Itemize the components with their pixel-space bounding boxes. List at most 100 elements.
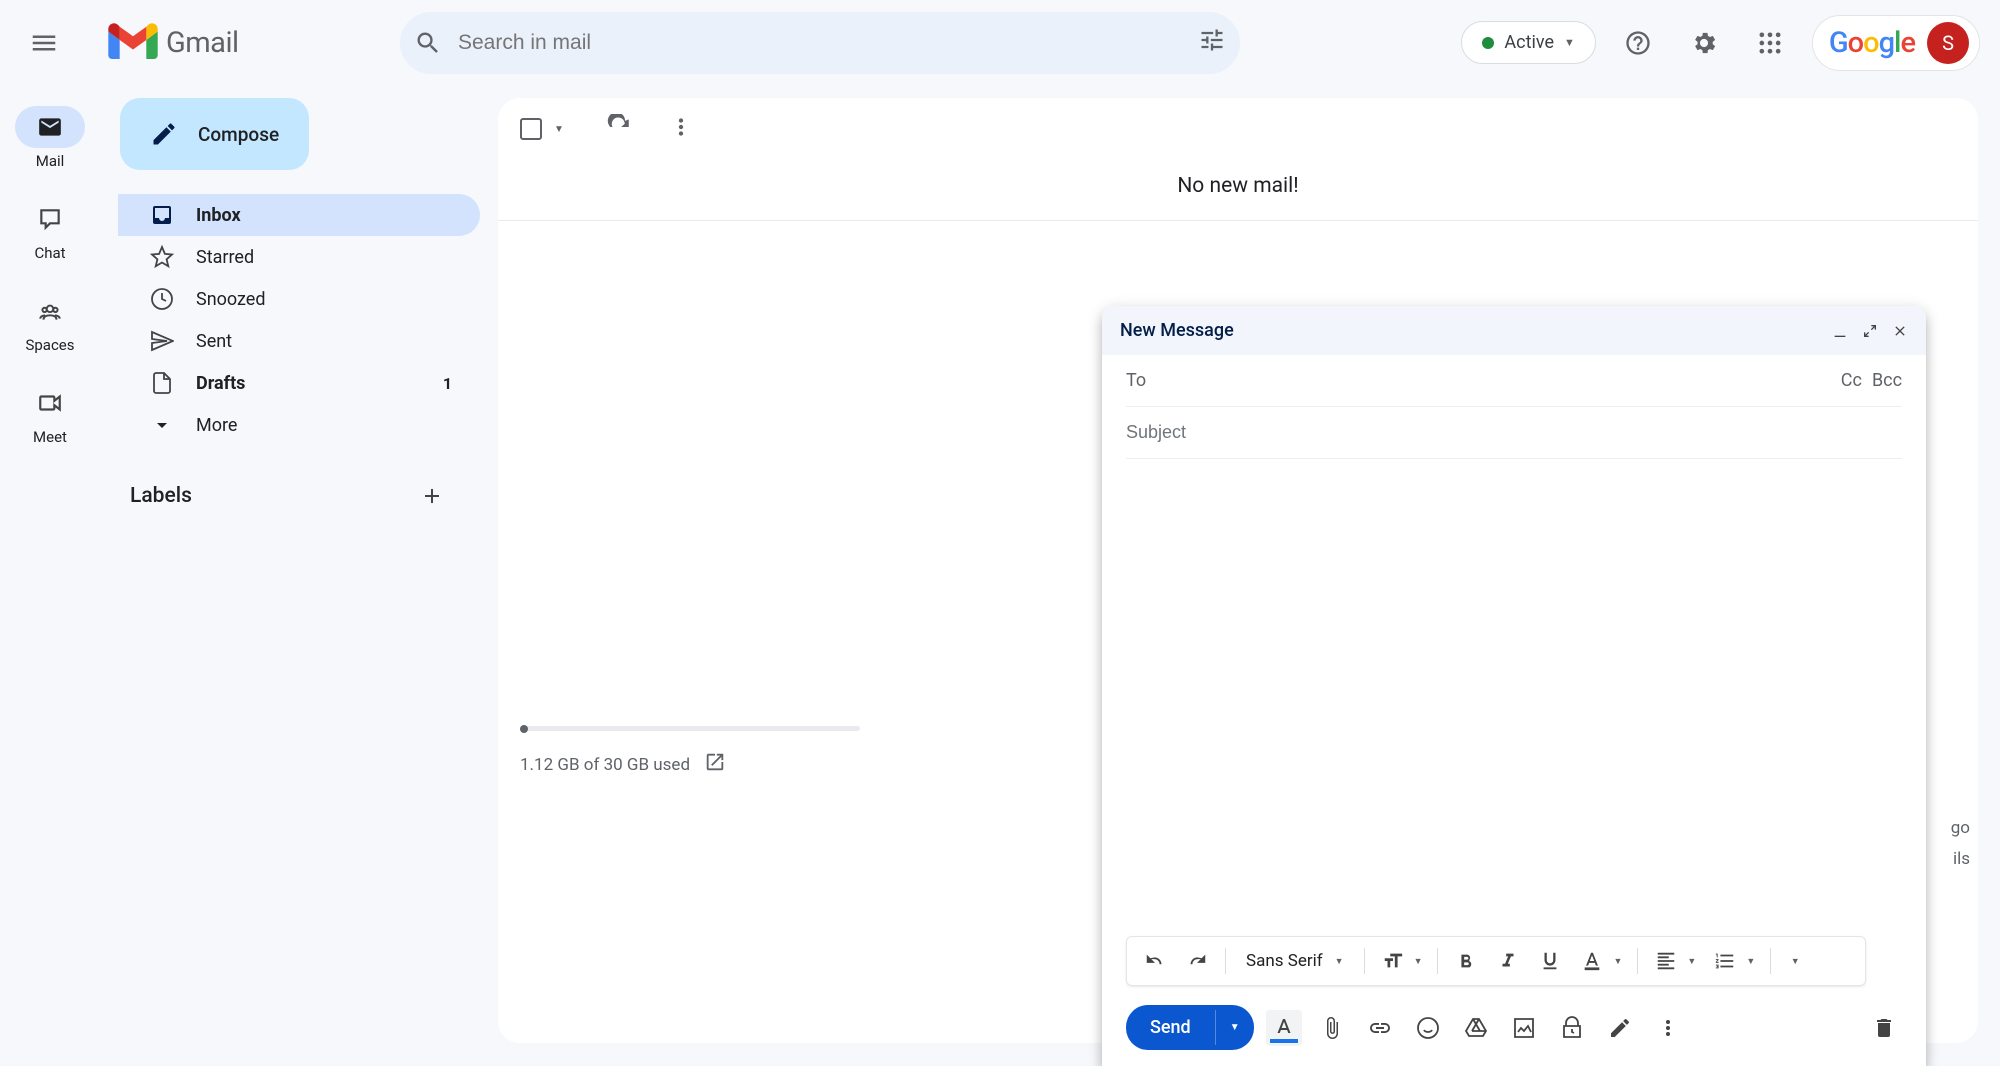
- search-options-button[interactable]: [1198, 26, 1226, 59]
- compose-title: New Message: [1120, 320, 1234, 341]
- chevron-down-icon[interactable]: ▼: [1746, 956, 1755, 967]
- subject-input[interactable]: [1126, 422, 1902, 443]
- send-icon: [150, 329, 174, 353]
- rail-item-chat[interactable]: Chat: [15, 198, 85, 262]
- nav-item-sent[interactable]: Sent: [118, 320, 480, 362]
- more-options-button[interactable]: [1650, 1010, 1686, 1046]
- labels-heading: Labels: [130, 484, 192, 508]
- search-bar[interactable]: [400, 12, 1240, 74]
- google-logo-text: Google: [1829, 26, 1915, 60]
- nav-label: Sent: [196, 331, 232, 352]
- compose-button[interactable]: Compose: [120, 98, 309, 170]
- search-input[interactable]: [442, 31, 1198, 55]
- link-icon: [1368, 1016, 1392, 1040]
- rail-item-meet[interactable]: Meet: [15, 382, 85, 446]
- align-button[interactable]: [1648, 943, 1684, 979]
- chevron-down-icon[interactable]: ▼: [1414, 956, 1423, 967]
- close-button[interactable]: [1892, 323, 1908, 339]
- cc-button[interactable]: Cc: [1841, 370, 1862, 391]
- star-icon: [150, 245, 174, 269]
- menu-icon: [29, 28, 59, 58]
- compose-dialog: New Message To Cc Bcc Sans Serif ▼: [1102, 306, 1926, 1066]
- underline-button[interactable]: [1532, 943, 1568, 979]
- to-label: To: [1126, 370, 1146, 391]
- compose-header[interactable]: New Message: [1102, 306, 1926, 355]
- more-format-button[interactable]: ▼: [1781, 943, 1817, 979]
- nav-item-snoozed[interactable]: Snoozed: [118, 278, 480, 320]
- list-button[interactable]: [1707, 943, 1743, 979]
- italic-button[interactable]: [1490, 943, 1526, 979]
- lock-clock-icon: [1560, 1016, 1584, 1040]
- discard-draft-button[interactable]: [1866, 1010, 1902, 1046]
- list-icon: [1714, 950, 1736, 972]
- text-format-toggle[interactable]: [1266, 1010, 1302, 1046]
- subject-field-row[interactable]: [1126, 407, 1902, 459]
- to-input[interactable]: [1146, 370, 1841, 391]
- app-rail: Mail Chat Spaces Meet: [0, 88, 100, 446]
- status-chip[interactable]: Active ▼: [1461, 21, 1595, 64]
- support-button[interactable]: [1614, 19, 1662, 67]
- send-options-button[interactable]: ▼: [1215, 1010, 1254, 1045]
- sidebar: Compose Inbox Starred Snoozed Sent Draft…: [100, 98, 480, 512]
- bcc-button[interactable]: Bcc: [1872, 370, 1902, 391]
- nav-label: More: [196, 415, 237, 436]
- to-field-row[interactable]: To Cc Bcc: [1126, 355, 1902, 407]
- manage-storage-link[interactable]: [704, 751, 726, 778]
- rail-label: Mail: [36, 152, 65, 170]
- storage-info: 1.12 GB of 30 GB used: [520, 726, 860, 778]
- rail-item-mail[interactable]: Mail: [15, 106, 85, 170]
- chevron-down-icon[interactable]: ▼: [1613, 956, 1622, 967]
- compose-footer: Send ▼: [1102, 991, 1926, 1066]
- clock-icon: [150, 287, 174, 311]
- nav-label: Starred: [196, 247, 254, 268]
- font-select[interactable]: Sans Serif ▼: [1236, 951, 1354, 971]
- insert-emoji-button[interactable]: [1410, 1010, 1446, 1046]
- labels-heading-row: Labels: [130, 480, 448, 512]
- emoji-icon: [1416, 1016, 1440, 1040]
- minimize-button[interactable]: [1832, 323, 1848, 339]
- insert-link-button[interactable]: [1362, 1010, 1398, 1046]
- status-label: Active: [1504, 32, 1554, 53]
- align-icon: [1655, 950, 1677, 972]
- compose-label: Compose: [198, 123, 279, 146]
- footer-fragment: go ils: [1951, 813, 1970, 874]
- chevron-down-icon: ▼: [1564, 36, 1575, 49]
- insert-signature-button[interactable]: [1602, 1010, 1638, 1046]
- send-button[interactable]: Send ▼: [1126, 1005, 1254, 1050]
- fullscreen-button[interactable]: [1862, 323, 1878, 339]
- add-label-button[interactable]: [416, 480, 448, 512]
- text-color-icon: [1581, 950, 1603, 972]
- nav-label: Snoozed: [196, 289, 266, 310]
- refresh-icon: [606, 114, 632, 140]
- open-in-new-icon: [704, 751, 726, 773]
- undo-button[interactable]: [1137, 943, 1173, 979]
- nav-item-more[interactable]: More: [118, 404, 480, 446]
- gmail-logo[interactable]: Gmail: [108, 21, 368, 64]
- refresh-button[interactable]: [606, 114, 632, 145]
- bold-button[interactable]: [1448, 943, 1484, 979]
- settings-button[interactable]: [1680, 19, 1728, 67]
- redo-button[interactable]: [1179, 943, 1215, 979]
- insert-drive-button[interactable]: [1458, 1010, 1494, 1046]
- font-size-button[interactable]: [1375, 943, 1411, 979]
- nav-item-starred[interactable]: Starred: [118, 236, 480, 278]
- chevron-down-icon: [150, 413, 174, 437]
- text-color-button[interactable]: [1574, 943, 1610, 979]
- text-format-icon: [1272, 1016, 1296, 1040]
- attach-file-button[interactable]: [1314, 1010, 1350, 1046]
- nav-item-inbox[interactable]: Inbox: [118, 194, 480, 236]
- google-account-chip[interactable]: Google S: [1812, 15, 1980, 71]
- google-apps-button[interactable]: [1746, 19, 1794, 67]
- more-button[interactable]: [668, 114, 694, 145]
- nav-label: Inbox: [196, 205, 241, 226]
- insert-photo-button[interactable]: [1506, 1010, 1542, 1046]
- nav-item-drafts[interactable]: Drafts 1: [118, 362, 480, 404]
- rail-item-spaces[interactable]: Spaces: [15, 290, 85, 354]
- select-menu-button[interactable]: ▼: [554, 124, 564, 135]
- main-menu-button[interactable]: [20, 19, 68, 67]
- image-icon: [1512, 1016, 1536, 1040]
- select-all-checkbox[interactable]: [520, 118, 542, 140]
- meet-icon: [37, 390, 63, 416]
- chevron-down-icon[interactable]: ▼: [1687, 956, 1696, 967]
- confidential-mode-button[interactable]: [1554, 1010, 1590, 1046]
